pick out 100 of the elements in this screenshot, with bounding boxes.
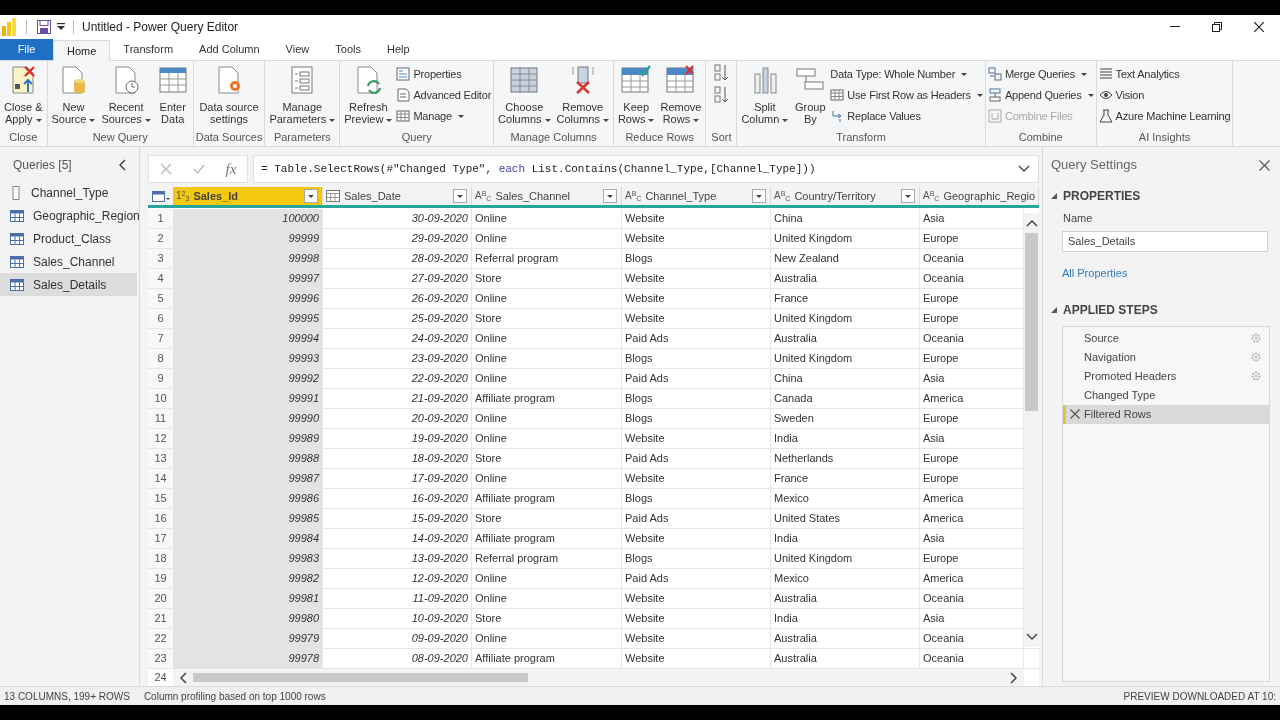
table-cell: Australia xyxy=(771,329,920,348)
column-header[interactable]: A$^{B}$$_{C}$ Country/Territory xyxy=(771,187,920,205)
collapse-icon[interactable] xyxy=(1051,193,1057,199)
filter-dropdown-button[interactable] xyxy=(304,189,318,203)
ribbon-button[interactable]: Azure Machine Learning xyxy=(1098,108,1231,124)
insert-function-button[interactable]: fx xyxy=(225,157,237,181)
table-cell: 99998 xyxy=(173,249,323,268)
pane-title: Queries [5] xyxy=(13,157,72,174)
query-item[interactable]: Product_Class xyxy=(0,227,137,250)
applied-step[interactable]: Source xyxy=(1063,328,1269,348)
vertical-scrollbar[interactable] xyxy=(1024,213,1039,647)
ribbon-tab[interactable]: Transform xyxy=(110,39,187,60)
ribbon-button[interactable]: Merge Queries xyxy=(987,66,1094,82)
ribbon-button[interactable]: Recent Sources xyxy=(99,64,153,125)
column-header[interactable]: Sales_Date xyxy=(323,187,472,205)
name-field[interactable]: Sales_Details xyxy=(1062,230,1268,252)
ribbon-button[interactable]: Enter Data xyxy=(154,64,191,125)
table-cell: 14-09-2020 xyxy=(323,529,472,548)
status-text: 13 COLUMNS, 199+ ROWS xyxy=(4,689,130,704)
table-cell: 99980 xyxy=(173,609,323,628)
row-number: 14 xyxy=(148,469,173,488)
ribbon-button[interactable]: Close & Apply xyxy=(2,64,45,125)
row-number: 4 xyxy=(148,269,173,288)
ribbon-button[interactable]: Text Analytics xyxy=(1098,66,1231,82)
ribbon-button[interactable]: Manage xyxy=(396,108,492,124)
column-header[interactable]: A$^{B}$$_{C}$ Geographic_Regio xyxy=(920,187,1039,205)
chevron-left-icon xyxy=(179,671,187,684)
formula-field[interactable]: = Table.SelectRows(#"Changed Type", each List.Contains(Channel_Type,[Channel_Type])) xyxy=(253,155,1039,183)
delete-icon[interactable] xyxy=(1070,409,1080,419)
table-cell: 13-09-2020 xyxy=(323,549,472,568)
save-icon[interactable] xyxy=(37,19,51,34)
table-cell: Affiliate program xyxy=(472,389,622,408)
field-label: Name xyxy=(1063,211,1094,226)
ribbon-tab[interactable]: Tools xyxy=(322,39,374,60)
table-menu-icon[interactable] xyxy=(151,190,170,202)
table-cell: Sweden xyxy=(771,409,920,428)
query-item[interactable]: Channel_Type xyxy=(0,181,137,204)
applied-step[interactable]: Filtered Rows xyxy=(1063,404,1269,424)
ribbon-button[interactable]: Group By xyxy=(792,64,829,125)
table-cell: France xyxy=(771,289,920,308)
ribbon-button[interactable]: Manage Parameters xyxy=(267,64,338,125)
column-header[interactable]: A$^{B}$$_{C}$ Sales_Channel xyxy=(472,187,622,205)
ribbon-tab[interactable]: Home xyxy=(53,40,111,61)
collapse-button[interactable] xyxy=(118,159,126,171)
applied-step[interactable]: Promoted Headers xyxy=(1063,366,1269,386)
ribbon-button[interactable]: Advanced Editor xyxy=(396,87,492,103)
table-cell: 99991 xyxy=(173,389,323,408)
ribbon-tab[interactable]: Add Column xyxy=(186,39,273,60)
table-cell: 25-09-2020 xyxy=(323,309,472,328)
ribbon-tab[interactable]: Help xyxy=(373,39,423,60)
table-cell: Website xyxy=(622,629,771,648)
table-cell: Blogs xyxy=(622,249,771,268)
sort-descending-button[interactable] xyxy=(714,86,729,104)
ribbon-button[interactable]: Replace Values xyxy=(830,108,983,124)
table-cell: Online xyxy=(472,409,622,428)
table-cell: Paid Ads xyxy=(622,449,771,468)
ribbon-button[interactable]: New Source xyxy=(49,64,98,125)
document-icon xyxy=(396,88,411,102)
sort-ascending-button[interactable] xyxy=(714,64,729,82)
row-number: 20 xyxy=(148,589,173,608)
query-item[interactable]: Geographic_Region xyxy=(0,204,137,227)
applied-step[interactable]: Navigation xyxy=(1063,347,1269,367)
ribbon-button[interactable]: Append Queries xyxy=(987,87,1094,103)
table-cell: Website xyxy=(622,429,771,448)
filter-dropdown-button[interactable] xyxy=(752,189,766,203)
filter-dropdown-button[interactable] xyxy=(901,189,915,203)
ribbon-button[interactable]: Data source settings xyxy=(197,64,261,125)
horizontal-scrollbar[interactable] xyxy=(173,669,1024,686)
query-item[interactable]: Sales_Channel xyxy=(0,250,137,273)
applied-step[interactable]: Changed Type xyxy=(1063,385,1269,405)
ribbon-button[interactable]: Data Type: Whole Number xyxy=(830,66,983,82)
group-label: Sort xyxy=(711,130,732,145)
column-header[interactable]: A$^{B}$$_{C}$ Channel_Type xyxy=(622,187,771,205)
ribbon-button[interactable]: Choose Columns xyxy=(496,64,553,125)
ribbon-button[interactable]: Keep Rows xyxy=(615,64,657,125)
ribbon-button[interactable]: Vision xyxy=(1098,87,1231,103)
collapse-icon[interactable] xyxy=(1051,306,1057,313)
table-cell: 100000 xyxy=(173,209,323,228)
ribbon-button[interactable]: Split Column xyxy=(739,64,791,125)
table-cell: 18-09-2020 xyxy=(323,449,472,468)
filter-dropdown-button[interactable] xyxy=(453,189,467,203)
list-icon xyxy=(10,185,22,200)
query-item[interactable]: Sales_Details xyxy=(0,273,137,296)
filter-dropdown-button[interactable] xyxy=(603,189,617,203)
dropdown-icon[interactable] xyxy=(57,22,65,31)
close-button[interactable] xyxy=(1259,159,1270,171)
chevron-right-icon xyxy=(1010,671,1018,684)
ribbon-button[interactable]: Use First Row as Headers xyxy=(830,87,983,103)
row-number: 13 xyxy=(148,449,173,468)
ribbon-button[interactable]: Remove Rows xyxy=(658,64,704,125)
column-header[interactable]: 1$^{2}$$_{3}$ Sales_Id xyxy=(173,187,323,205)
ribbon-button[interactable]: Refresh Preview xyxy=(342,64,395,125)
table-cell: Australia xyxy=(771,629,920,648)
all-properties-link[interactable]: All Properties xyxy=(1062,266,1128,279)
merge-icon xyxy=(987,67,1002,81)
ribbon-tab[interactable]: View xyxy=(272,39,323,60)
table-cell: 99979 xyxy=(173,629,323,648)
ribbon-button[interactable]: Properties xyxy=(396,66,492,82)
file-tab[interactable]: File xyxy=(0,39,53,60)
ribbon-button[interactable]: Remove Columns xyxy=(554,64,611,125)
